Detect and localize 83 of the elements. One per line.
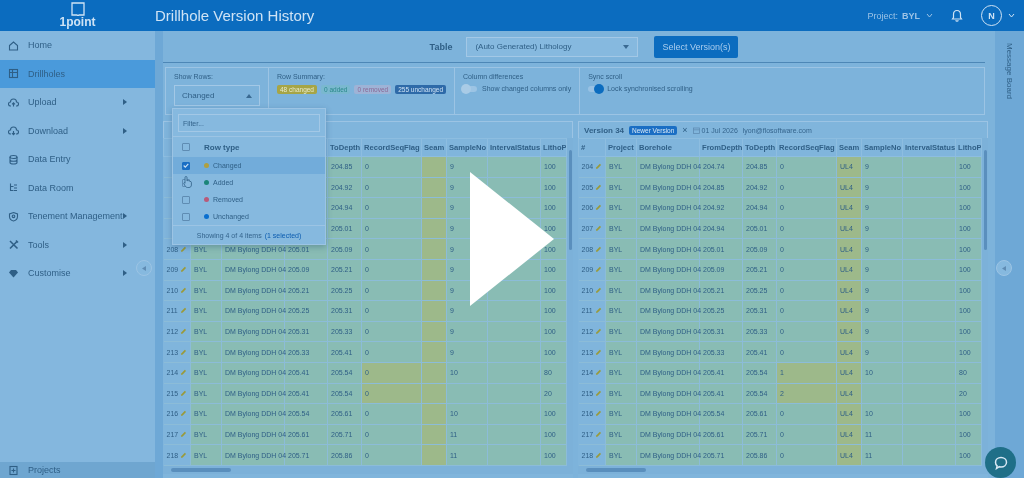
table-select[interactable]: (Auto Generated) Lithology: [466, 36, 639, 57]
pencil-icon[interactable]: [595, 163, 602, 171]
caret-icon: [123, 241, 127, 248]
scrollbar[interactable]: [578, 465, 988, 474]
column-header: Row type: [204, 142, 240, 152]
project-label: Project:: [867, 10, 898, 21]
page-title: Drillhole Version History: [155, 7, 315, 24]
pencil-icon[interactable]: [180, 410, 187, 418]
toggle-switch[interactable]: [463, 85, 478, 92]
pencil-icon[interactable]: [595, 183, 602, 191]
pencil-icon[interactable]: [180, 328, 187, 336]
sidebar-item[interactable]: Data Entry: [0, 145, 155, 174]
caret-icon: [123, 127, 127, 134]
check-icon: [183, 163, 189, 168]
pencil-icon[interactable]: [595, 286, 602, 294]
hierarchy-icon: [8, 182, 19, 194]
caret-icon: [123, 99, 127, 106]
pencil-icon[interactable]: [595, 431, 602, 438]
pencil-icon[interactable]: [594, 307, 602, 315]
pencil-icon[interactable]: [595, 451, 602, 459]
sidebar-item[interactable]: Home: [0, 31, 155, 60]
logo-text: 1point: [59, 16, 96, 29]
pencil-icon[interactable]: [595, 266, 602, 274]
pencil-icon[interactable]: [180, 348, 187, 356]
pencil-icon[interactable]: [179, 307, 187, 315]
caret-icon[interactable]: [926, 13, 933, 18]
sidebar-item[interactable]: Tenement Management: [0, 202, 155, 231]
pencil-icon[interactable]: [180, 389, 187, 397]
hand-cursor-icon: [183, 175, 193, 188]
pencil-icon[interactable]: [180, 266, 187, 274]
row-filter-select[interactable]: Changed: [174, 85, 260, 106]
chat-icon: [993, 455, 1008, 470]
checkbox[interactable]: [182, 143, 190, 151]
project-selector[interactable]: BYL: [902, 10, 920, 21]
cloud-download-icon: [8, 125, 19, 137]
tools-icon: [8, 239, 19, 251]
database-icon: [8, 153, 19, 165]
sidebar-item[interactable]: Download: [0, 116, 155, 145]
caret-icon: [123, 270, 127, 277]
pencil-icon[interactable]: [595, 328, 602, 336]
caret-icon: [142, 265, 146, 271]
calendar-icon: [692, 126, 700, 134]
sidebar-item[interactable]: Drillholes: [0, 59, 155, 88]
pencil-icon[interactable]: [180, 286, 187, 294]
bell-icon[interactable]: [951, 9, 963, 22]
scrollbar[interactable]: [163, 465, 573, 474]
close-button[interactable]: ×: [682, 125, 688, 135]
pencil-icon[interactable]: [595, 369, 602, 377]
pencil-icon[interactable]: [595, 204, 602, 212]
pencil-icon[interactable]: [180, 369, 187, 377]
field-label: Table: [429, 41, 453, 52]
select-versions-button[interactable]: Select Version(s): [654, 35, 739, 58]
pencil-icon[interactable]: [595, 225, 602, 233]
sidebar-item[interactable]: Projects: [0, 462, 155, 478]
pencil-icon[interactable]: [595, 410, 602, 418]
checkbox[interactable]: [182, 212, 190, 221]
pencil-icon[interactable]: [180, 451, 187, 459]
checkbox[interactable]: [182, 195, 190, 204]
message-board-tab[interactable]: Message Board: [1005, 43, 1014, 100]
pencil-icon[interactable]: [595, 389, 602, 397]
caret-icon: [623, 44, 630, 49]
pencil-icon[interactable]: [180, 245, 187, 253]
gem-icon: [8, 267, 19, 279]
sidebar-item[interactable]: Customise: [0, 259, 155, 288]
pencil-icon[interactable]: [595, 245, 602, 253]
checkbox[interactable]: [182, 161, 190, 170]
pencil-icon[interactable]: [595, 348, 602, 356]
sidebar-item[interactable]: Data Room: [0, 173, 155, 202]
home-icon: [8, 39, 19, 51]
toggle-switch[interactable]: [588, 85, 603, 92]
caret-icon: [123, 213, 127, 220]
sidebar-item[interactable]: Tools: [0, 230, 155, 259]
caret-icon[interactable]: [1008, 13, 1015, 18]
grid-icon: [8, 68, 19, 80]
plus-square-icon: [8, 464, 19, 476]
pencil-icon[interactable]: [180, 431, 187, 438]
sidebar-item[interactable]: Upload: [0, 88, 155, 117]
shield-icon: [8, 210, 19, 222]
caret-icon: [1002, 265, 1006, 271]
logo-icon: [69, 2, 86, 16]
cloud-upload-icon: [8, 96, 19, 108]
version-title: Version 34: [584, 125, 625, 135]
play-icon[interactable]: [470, 172, 554, 306]
